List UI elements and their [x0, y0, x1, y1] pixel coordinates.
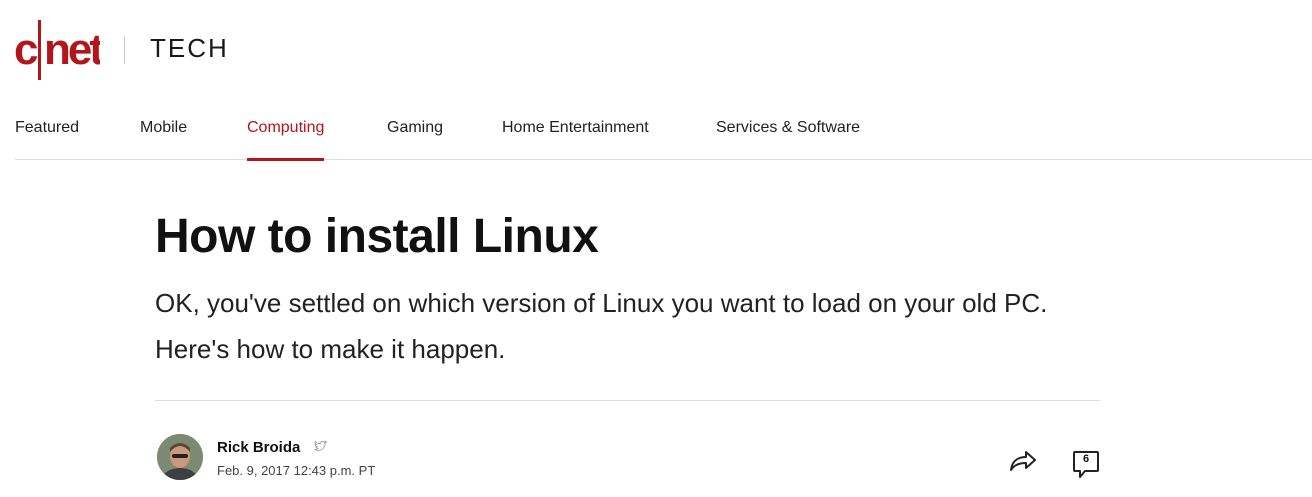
publish-date: Feb. 9, 2017 12:43 p.m. PT [217, 463, 376, 478]
comments-button[interactable]: 6 [1072, 450, 1100, 480]
divider [155, 400, 1100, 401]
share-icon[interactable] [1008, 448, 1038, 474]
nav-item-computing[interactable]: Computing [247, 119, 325, 161]
article-headline: How to install Linux [155, 210, 599, 263]
section-title[interactable]: TECH [150, 33, 229, 64]
svg-text:c: c [14, 25, 38, 74]
nav-item-services-software[interactable]: Services & Software [716, 119, 860, 160]
svg-text:net: net [44, 25, 100, 74]
nav-item-home-entertainment[interactable]: Home Entertainment [502, 119, 649, 160]
site-header: c net TECH [0, 0, 1312, 100]
nav-item-mobile[interactable]: Mobile [140, 119, 187, 160]
author-avatar[interactable] [157, 434, 203, 480]
article-dek: OK, you've settled on which version of L… [155, 287, 1048, 364]
article-header: How to install Linux OK, you've settled … [155, 200, 1100, 372]
author-name[interactable]: Rick Broida [217, 439, 300, 456]
twitter-icon[interactable] [313, 439, 327, 453]
nav-item-featured[interactable]: Featured [15, 119, 79, 160]
category-nav: Featured Mobile Computing Gaming Home En… [15, 104, 1312, 161]
logo-divider [124, 36, 125, 64]
nav-item-gaming[interactable]: Gaming [387, 119, 443, 160]
cnet-logo[interactable]: c net [14, 18, 100, 82]
comment-count: 6 [1082, 453, 1090, 465]
